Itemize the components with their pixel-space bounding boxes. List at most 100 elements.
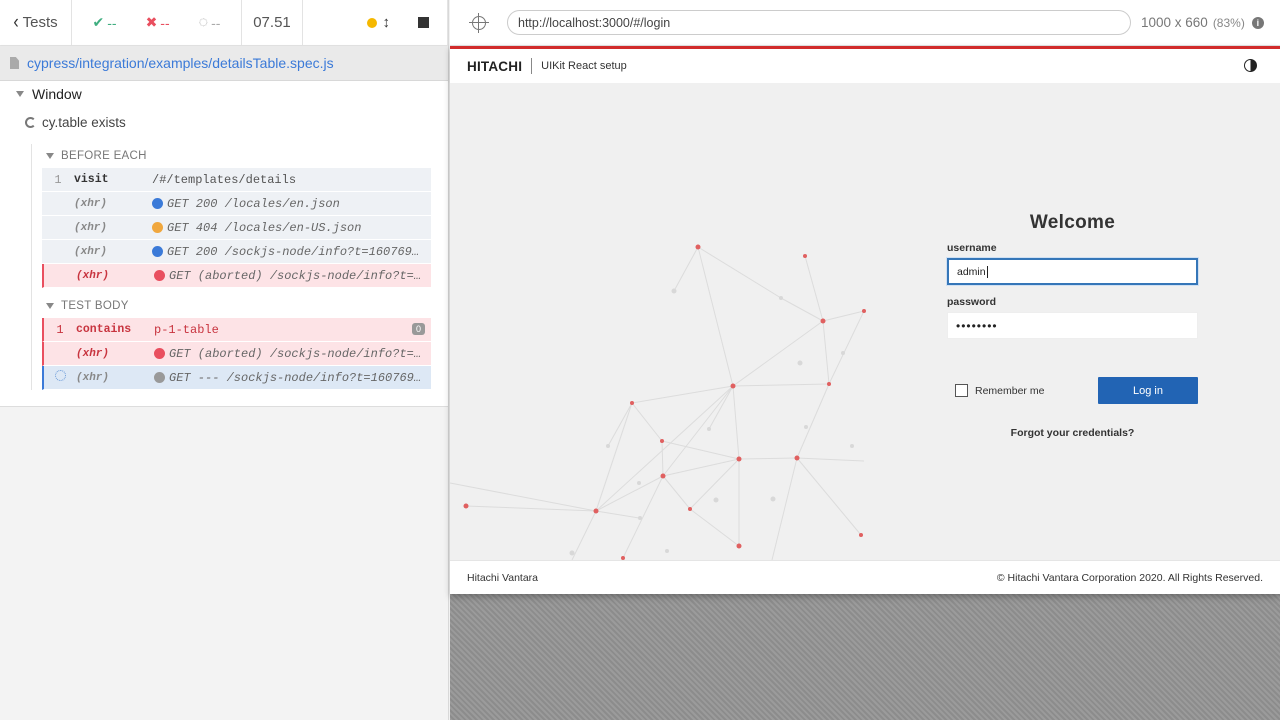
viewport-info[interactable]: 1000 x 660 (83%) i: [1141, 15, 1264, 30]
x-icon: ✖: [145, 14, 158, 30]
before-each-hook[interactable]: BEFORE EACH: [42, 144, 431, 168]
crosshair-icon: [468, 12, 489, 33]
caret-down-icon: [46, 303, 54, 309]
viewport-size: 1000 x 660: [1141, 15, 1208, 30]
command-row[interactable]: (xhr) GET 200 /sockjs-node/info?t=160769…: [42, 240, 431, 264]
command-row[interactable]: (xhr) GET 404 /locales/en-US.json: [42, 216, 431, 240]
reporter-header: ‹ Tests ✔ -- ✖ -- ◌ -- 07.51 ↕: [0, 0, 448, 46]
command-row[interactable]: 1 contains p-1-table 0: [42, 318, 431, 342]
status-dot-icon: [154, 348, 165, 359]
command-message-text: GET (aborted) /sockjs-node/info?t=…: [169, 268, 422, 283]
command-row[interactable]: 1 visit /#/templates/details: [42, 168, 431, 192]
remember-label: Remember me: [975, 384, 1045, 397]
brand-divider: [531, 58, 533, 74]
url-field[interactable]: http://localhost:3000/#/login: [507, 10, 1131, 35]
test-title[interactable]: cy.table exists: [25, 115, 126, 130]
command-message: GET 200 /sockjs-node/info?t=160769…: [152, 245, 431, 259]
command-row[interactable]: (xhr) GET (aborted) /sockjs-node/info?t=…: [42, 342, 431, 366]
username-value: admin: [957, 265, 986, 278]
command-message: GET --- /sockjs-node/info?t=160769…: [154, 371, 431, 385]
brand-logo: HITACHI: [467, 58, 523, 74]
running-indicator-icon: [366, 17, 377, 28]
hook-label: TEST BODY: [61, 300, 129, 312]
text-caret: [986, 265, 988, 278]
app-frame: HITACHI UIKit React setup Welcome userna…: [450, 46, 1280, 594]
test-label: cy.table exists: [42, 115, 126, 130]
spec-bar: cypress/integration/examples/detailsTabl…: [0, 46, 448, 81]
file-icon: [10, 57, 19, 69]
remember-me[interactable]: Remember me: [947, 384, 1044, 397]
selector-playground-button[interactable]: [450, 12, 507, 33]
command-name: (xhr): [74, 245, 108, 258]
command-message: /#/templates/details: [152, 173, 431, 187]
command-name: visit: [74, 173, 109, 186]
command-message-text: GET 200 /locales/en.json: [167, 196, 340, 211]
circle-notch-icon: ◌: [198, 13, 209, 31]
aut-container: http://localhost:3000/#/login 1000 x 660…: [450, 0, 1280, 720]
pending-stat: ◌ --: [199, 14, 221, 32]
command-message-text: GET 200 /sockjs-node/info?t=160769…: [167, 244, 420, 259]
refresh-icon: [25, 117, 36, 128]
chevron-left-icon: ‹: [13, 11, 19, 33]
command-list: 1 visit /#/templates/details (xhr) GET 200 /…: [42, 168, 431, 288]
login-actions: Remember me Log in: [947, 377, 1198, 404]
duration: 07.51: [242, 0, 303, 45]
app-header: HITACHI UIKit React setup: [450, 46, 1280, 83]
tests-label: Tests: [22, 14, 58, 31]
command-row[interactable]: (xhr) GET (aborted) /sockjs-node/info?t=…: [42, 264, 431, 288]
app-title: UIKit React setup: [541, 60, 627, 72]
viewport-scale: (83%): [1212, 15, 1245, 30]
status-dot-icon: [154, 372, 165, 383]
stats: ✔ -- ✖ -- ◌ --: [72, 0, 242, 45]
suite-title[interactable]: Window: [16, 86, 82, 102]
theme-toggle-icon[interactable]: [1244, 59, 1257, 72]
status-dot-icon: [152, 222, 163, 233]
username-input[interactable]: admin: [947, 258, 1198, 285]
command-message: p-1-table: [154, 323, 431, 337]
tests-button[interactable]: ‹ Tests: [0, 0, 72, 45]
command-message: GET 200 /locales/en.json: [152, 197, 431, 211]
command-message: GET (aborted) /sockjs-node/info?t=…: [154, 269, 431, 283]
command-list: 1 contains p-1-table 0 (xhr) GET (aborted) /s…: [42, 318, 431, 390]
network-graphic: [450, 244, 866, 560]
login-button[interactable]: Log in: [1098, 377, 1198, 404]
command-number: 1: [54, 172, 62, 187]
command-name: (xhr): [76, 269, 110, 282]
element-count-badge: 0: [411, 323, 425, 335]
command-name: (xhr): [76, 347, 110, 360]
test-body-hook[interactable]: TEST BODY: [42, 294, 431, 318]
pending-count: --: [211, 14, 221, 31]
runnables: Window cy.table exists BEFORE EACH 1 visi…: [0, 81, 448, 407]
auto-scroll-icon[interactable]: ↕: [383, 14, 391, 31]
command-name: (xhr): [74, 221, 108, 234]
spec-path-link[interactable]: cypress/integration/examples/detailsTabl…: [27, 55, 334, 71]
footer-brand: Hitachi Vantara: [467, 571, 539, 584]
forgot-credentials-link[interactable]: Forgot your credentials?: [947, 427, 1198, 439]
app-footer: Hitachi Vantara © Hitachi Vantara Corpor…: [450, 560, 1280, 594]
status-dot-icon: [152, 246, 163, 257]
command-name: (xhr): [74, 197, 108, 210]
password-label: password: [947, 296, 997, 308]
command-row[interactable]: (xhr) GET --- /sockjs-node/info?t=160769…: [42, 366, 431, 390]
caret-down-icon: [46, 153, 54, 159]
command-name: contains: [76, 323, 132, 336]
caret-down-icon: [16, 91, 24, 97]
command-name: (xhr): [76, 371, 110, 384]
command-number: [44, 370, 76, 385]
username-label: username: [947, 242, 997, 254]
status-dot-icon: [152, 198, 163, 209]
password-input[interactable]: ••••••••: [947, 312, 1198, 339]
info-icon[interactable]: i: [1251, 16, 1264, 29]
run-controls: ↕: [303, 0, 448, 45]
stop-icon[interactable]: [418, 17, 429, 28]
suite-label: Window: [32, 86, 82, 102]
command-message-text: /#/templates/details: [152, 172, 297, 187]
remember-checkbox[interactable]: [955, 384, 968, 397]
cypress-runner: ‹ Tests ✔ -- ✖ -- ◌ -- 07.51 ↕ cypress/inte…: [0, 0, 1280, 720]
reporter-panel: ‹ Tests ✔ -- ✖ -- ◌ -- 07.51 ↕ cypress/inte…: [0, 0, 449, 720]
url-bar: http://localhost:3000/#/login 1000 x 660…: [450, 0, 1280, 46]
command-message: GET 404 /locales/en-US.json: [152, 221, 431, 235]
spinner-icon: [54, 370, 66, 381]
command-row[interactable]: (xhr) GET 200 /locales/en.json: [42, 192, 431, 216]
welcome-title: Welcome: [1029, 212, 1116, 233]
